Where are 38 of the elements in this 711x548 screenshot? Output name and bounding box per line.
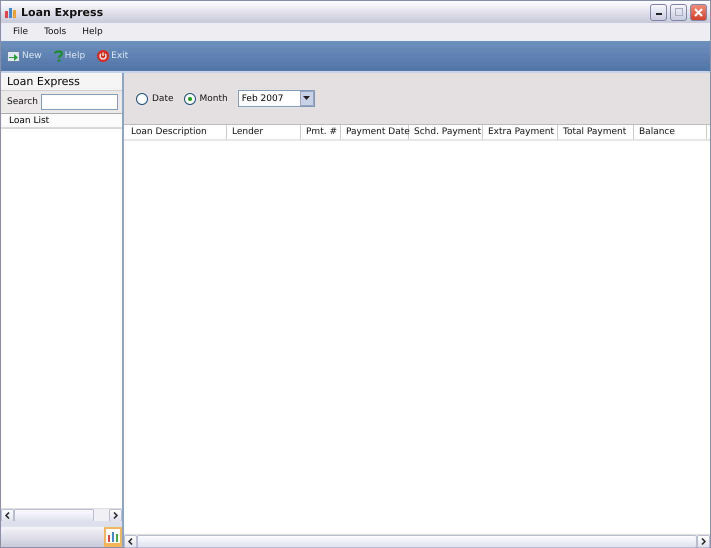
scroll-thumb[interactable] xyxy=(14,509,94,522)
radio-option[interactable]: Month xyxy=(184,92,228,104)
chart-button[interactable] xyxy=(104,527,122,547)
menu-item[interactable]: File xyxy=(7,27,34,37)
column-header[interactable]: Total Payment xyxy=(558,125,634,139)
maximize-icon xyxy=(674,8,682,16)
column-header[interactable]: Extra Payment xyxy=(483,125,558,139)
scroll-right-button[interactable] xyxy=(697,535,710,548)
close-button[interactable] xyxy=(690,4,707,20)
minimize-button[interactable] xyxy=(650,4,667,20)
scroll-left-button[interactable] xyxy=(1,509,14,522)
radio-option[interactable]: Date xyxy=(136,92,174,104)
app-icon xyxy=(4,5,18,19)
add-document-icon xyxy=(7,50,20,62)
column-header[interactable]: Pmt. # xyxy=(301,125,341,139)
column-header[interactable]: Payment Date xyxy=(341,125,409,139)
column-header[interactable]: Loan Description xyxy=(126,125,227,139)
month-dropdown[interactable]: Feb 2007 xyxy=(238,90,315,107)
power-icon xyxy=(97,50,110,62)
menu-item[interactable]: Tools xyxy=(38,27,72,37)
column-header[interactable]: Schd. Payment xyxy=(409,125,483,139)
help-icon xyxy=(54,50,63,62)
column-header[interactable]: Lender xyxy=(227,125,301,139)
search-label: Search xyxy=(7,97,38,107)
scroll-thumb[interactable] xyxy=(137,535,697,548)
window-title: Loan Express xyxy=(21,6,104,18)
column-header[interactable]: Balance xyxy=(634,125,707,139)
caret-icon xyxy=(303,96,310,101)
horizontal-scrollbar[interactable] xyxy=(1,508,122,521)
menu-item[interactable]: Help xyxy=(76,27,109,37)
sidebar-title: Loan Express xyxy=(1,73,122,91)
close-icon xyxy=(694,8,703,16)
search-field[interactable] xyxy=(40,94,118,110)
list-header: Loan List xyxy=(1,113,122,129)
horizontal-scrollbar[interactable] xyxy=(124,534,710,547)
scroll-right-button[interactable] xyxy=(109,509,122,522)
splitter-handle[interactable] xyxy=(1,521,122,527)
scroll-left-button[interactable] xyxy=(124,535,137,548)
